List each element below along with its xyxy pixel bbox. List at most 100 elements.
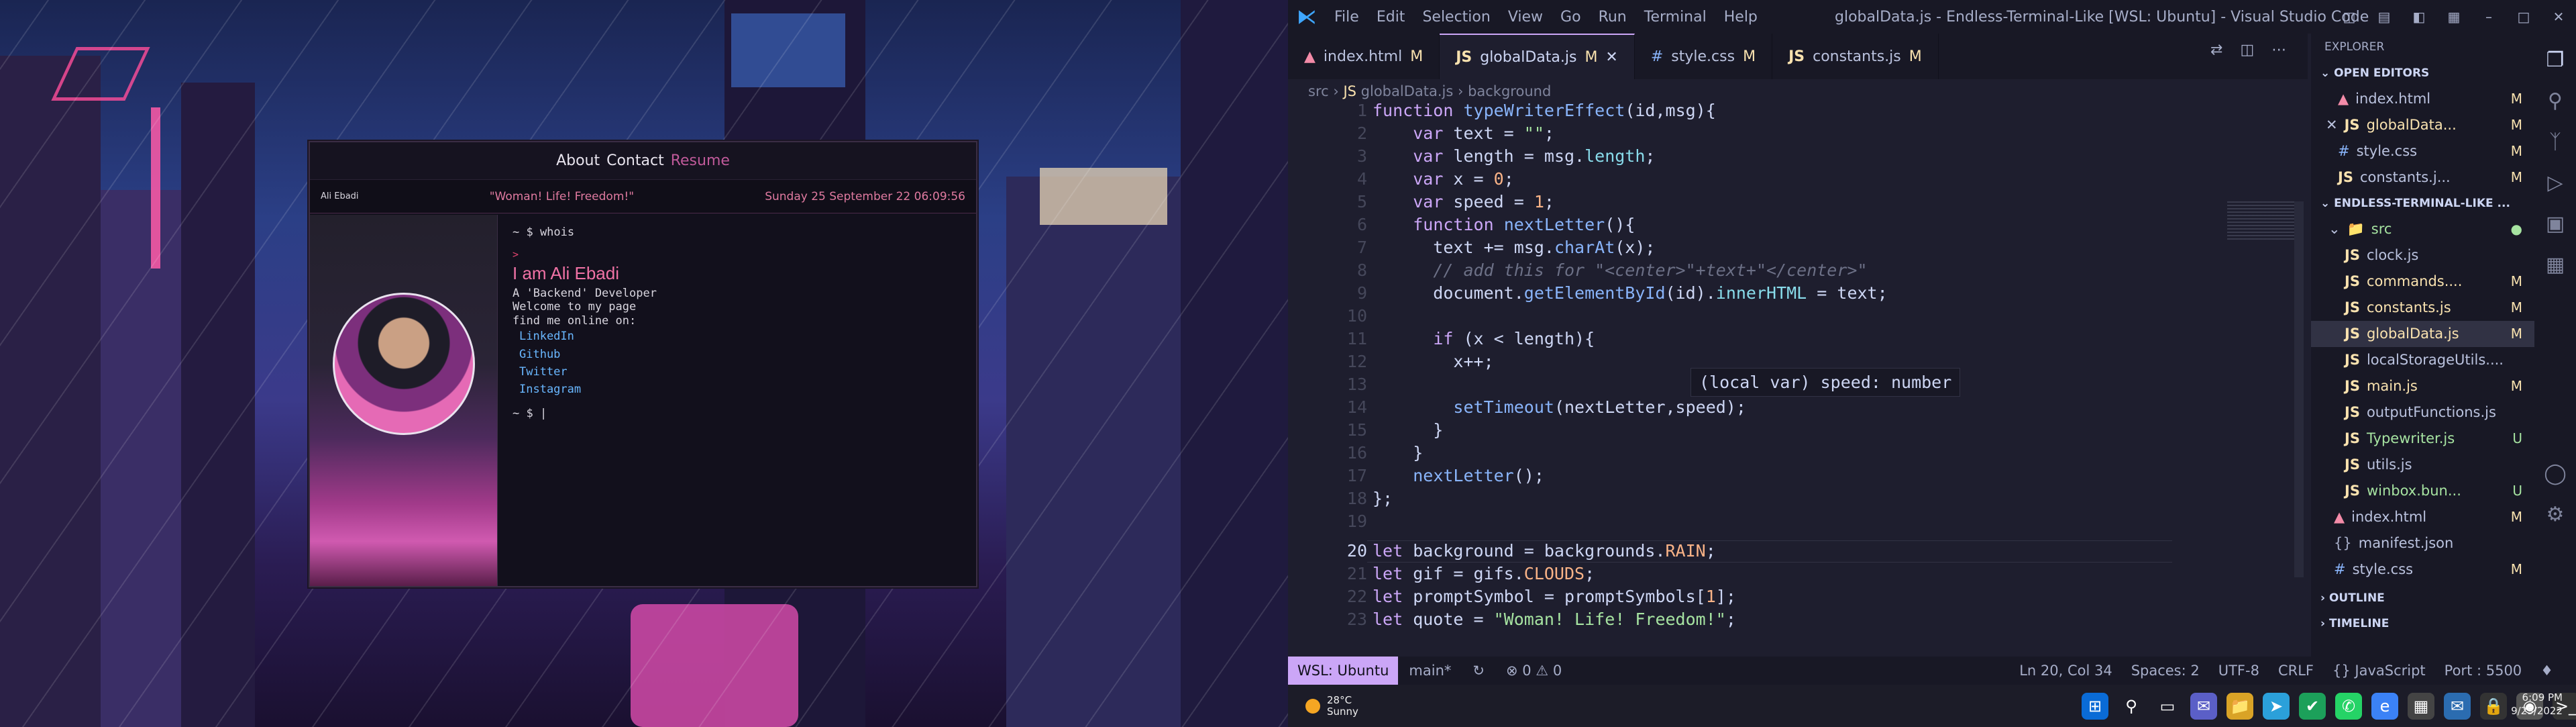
link-github[interactable]: Github (513, 346, 961, 363)
outline-section[interactable]: › OUTLINE (2311, 585, 2534, 611)
link-linkedin[interactable]: LinkedIn (513, 328, 961, 345)
tab-style-css[interactable]: # style.css M (1635, 34, 1773, 79)
menu-view[interactable]: View (1499, 9, 1552, 26)
link-twitter[interactable]: Twitter (513, 363, 961, 381)
tab-label: constants.js (1813, 48, 1901, 65)
compare-icon[interactable]: ⇄ (2210, 42, 2222, 58)
open-editor-item[interactable]: ▲ index.html M (2311, 86, 2534, 112)
project-section[interactable]: ⌄ ENDLESS-TERMINAL-LIKE ... (2311, 191, 2534, 216)
remote-indicator[interactable]: WSL: Ubuntu (1288, 657, 1399, 685)
file-explorer-icon[interactable]: 📁 (2226, 693, 2253, 720)
file-item[interactable]: JS Typewriter.js U (2311, 426, 2534, 452)
file-item[interactable]: JS constants.js M (2311, 295, 2534, 321)
file-item[interactable]: {} manifest.json (2311, 530, 2534, 556)
notifications-bell-icon[interactable]: ♦ (2531, 663, 2563, 679)
breadcrumb-file[interactable]: globalData.js (1361, 83, 1454, 99)
link-instagram[interactable]: Instagram (513, 381, 961, 398)
cursor-position[interactable]: Ln 20, Col 34 (2010, 663, 2122, 679)
file-item[interactable]: JS commands.... M (2311, 269, 2534, 295)
remote-explorer-icon[interactable]: ▣ (2546, 212, 2565, 236)
edge-icon[interactable]: e (2371, 693, 2398, 720)
tab-globaldata-js[interactable]: JS globalData.js M ✕ (1440, 34, 1635, 79)
close-tab-icon[interactable]: ✕ (1605, 49, 1617, 66)
open-editors-section[interactable]: ⌄ OPEN EDITORS (2311, 60, 2534, 86)
js-file-icon: JS (1456, 48, 1472, 66)
file-item[interactable]: JS winbox.bun... U (2311, 478, 2534, 504)
file-item[interactable]: JS utils.js (2311, 452, 2534, 478)
extensions-icon[interactable]: ▦ (2546, 253, 2565, 277)
nav-resume[interactable]: Resume (671, 152, 730, 169)
source-control-icon[interactable]: ᛉ (2549, 130, 2561, 154)
file-item[interactable]: JS localStorageUtils.... (2311, 347, 2534, 373)
file-item[interactable]: JS main.js M (2311, 373, 2534, 399)
search-icon[interactable]: ⚲ (2118, 693, 2145, 720)
split-editor-icon[interactable]: ◫ (2240, 42, 2254, 58)
task-view-icon[interactable]: ▭ (2154, 693, 2181, 720)
nav-about[interactable]: About (556, 152, 600, 169)
open-editor-item[interactable]: JS constants.j... M (2311, 164, 2534, 191)
tasks-icon[interactable]: ✔ (2299, 693, 2326, 720)
settings-gear-icon[interactable]: ⚙ (2546, 503, 2565, 526)
customize-layout-icon[interactable]: ▦ (2436, 9, 2471, 25)
more-actions-icon[interactable]: ⋯ (2271, 42, 2286, 58)
sync-icon[interactable]: ↻ (1462, 663, 1495, 679)
whatsapp-icon[interactable]: ✆ (2335, 693, 2362, 720)
menu-go[interactable]: Go (1552, 9, 1590, 26)
file-item[interactable]: # style.css M (2311, 556, 2534, 583)
terminal-output[interactable]: ~ $ whois > I am Ali Ebadi A 'Backend' D… (498, 215, 976, 586)
run-debug-icon[interactable]: ▷ (2547, 171, 2563, 195)
folder-src[interactable]: ⌄ 📁 src ● (2311, 216, 2534, 242)
file-item[interactable]: JS clock.js (2311, 242, 2534, 269)
search-icon[interactable]: ⚲ (2548, 89, 2563, 113)
open-editor-item[interactable]: ✕ JS globalData... M (2311, 112, 2534, 138)
nav-contact[interactable]: Contact (606, 152, 664, 169)
weather-widget[interactable]: 28°C Sunny (1305, 695, 1358, 717)
tab-index-html[interactable]: ▲ index.html M (1288, 34, 1440, 79)
telegram-icon[interactable]: ➤ (2263, 693, 2290, 720)
modified-badge: M (1410, 48, 1424, 65)
breadcrumb-symbol[interactable]: background (1468, 83, 1551, 99)
language-mode[interactable]: {} JavaScript (2323, 663, 2435, 679)
menu-selection[interactable]: Selection (1413, 9, 1499, 26)
maximize-button[interactable]: □ (2506, 9, 2541, 25)
explorer-icon[interactable]: ❐ (2546, 48, 2565, 72)
close-button[interactable]: ✕ (2541, 9, 2576, 25)
editor-scrollbar[interactable] (2294, 201, 2304, 577)
layout-sidebar-icon[interactable]: ◫ (2332, 9, 2367, 25)
breadcrumb-folder[interactable]: src (1308, 83, 1329, 99)
mail-icon[interactable]: ✉ (2444, 693, 2471, 720)
taskbar-clock[interactable]: 6:09 PM 9/25/2022 (2511, 691, 2563, 718)
tab-constants-js[interactable]: JS constants.js M (1772, 34, 1939, 79)
window-controls: ◫ ▤ ◧ ▦ – □ ✕ (2332, 0, 2576, 34)
store-icon[interactable]: ▦ (2408, 693, 2434, 720)
account-icon[interactable]: ◯ (2544, 462, 2567, 485)
code-editor[interactable]: 1 function typeWriterEffect(id,msg){ 2 va… (1288, 101, 2308, 657)
layout-panel-icon[interactable]: ▤ (2367, 9, 2402, 25)
layout-secondary-icon[interactable]: ◧ (2402, 9, 2436, 25)
menu-run[interactable]: Run (1590, 9, 1635, 26)
file-item[interactable]: ▲ index.html M (2311, 504, 2534, 530)
file-item-selected[interactable]: JS globalData.js M (2311, 321, 2534, 347)
minimap[interactable] (2227, 201, 2294, 242)
menu-terminal[interactable]: Terminal (1635, 9, 1715, 26)
indentation[interactable]: Spaces: 2 (2122, 663, 2209, 679)
tab-label: index.html (1323, 48, 1403, 65)
open-editor-item[interactable]: # style.css M (2311, 138, 2534, 164)
line-ending[interactable]: CRLF (2269, 663, 2323, 679)
live-server-port[interactable]: Port : 5500 (2435, 663, 2532, 679)
minimize-button[interactable]: – (2471, 9, 2506, 25)
windows-taskbar: 28°CSunny ⊞ ⚲ ▭ ✉ 📁 ➤ ✔ ✆ e ▦ ✉ 🔒 ◉ >_ ⧔… (1288, 685, 2576, 727)
menu-file[interactable]: File (1326, 9, 1368, 26)
menu-help[interactable]: Help (1715, 9, 1766, 26)
menu-edit[interactable]: Edit (1368, 9, 1414, 26)
git-branch[interactable]: main* (1398, 663, 1462, 679)
encoding[interactable]: UTF-8 (2209, 663, 2269, 679)
problems-count[interactable]: ⊗ 0 ⚠ 0 (1495, 663, 1572, 679)
lock-icon[interactable]: 🔒 (2480, 693, 2507, 720)
chat-icon[interactable]: ✉ (2190, 693, 2217, 720)
close-icon[interactable]: ✕ (2326, 112, 2338, 138)
start-icon[interactable]: ⊞ (2082, 693, 2108, 720)
file-item[interactable]: JS outputFunctions.js (2311, 399, 2534, 426)
timeline-section[interactable]: › TIMELINE (2311, 611, 2534, 636)
terminal-prompt[interactable]: ~ $ | (513, 407, 961, 420)
